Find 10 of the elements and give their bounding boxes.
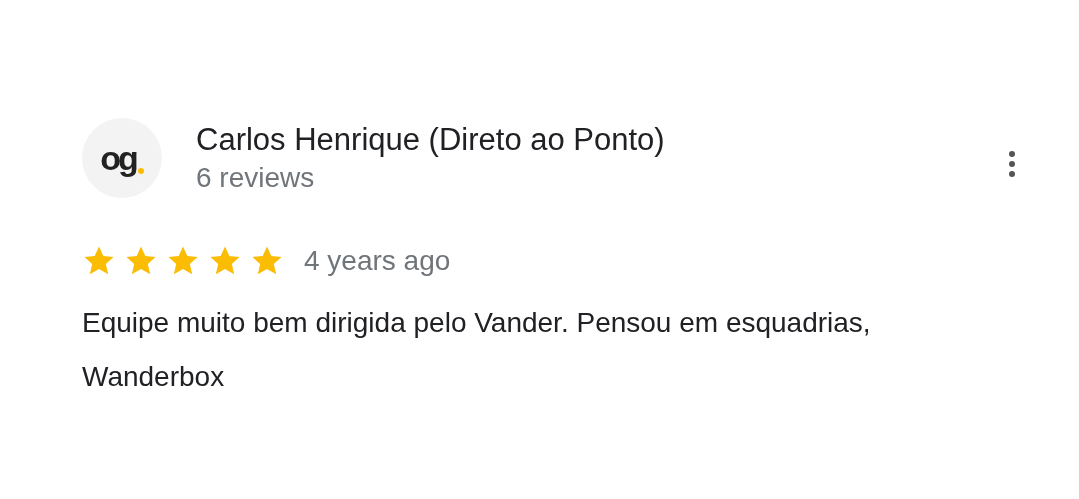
review-text: Equipe muito bem dirigida pelo Vander. Pensou em esquadrias, Wanderbox	[82, 306, 872, 394]
star-icon	[208, 245, 242, 277]
star-icon	[82, 245, 116, 277]
review-count: 6 reviews	[196, 161, 316, 195]
avatar-letters: og	[100, 141, 136, 175]
star-icon	[166, 245, 200, 277]
author-name[interactable]: Carlos Henrique (Direto ao Ponto)	[196, 120, 665, 160]
review-time: 4 years ago	[304, 244, 451, 278]
star-icon	[124, 245, 158, 277]
star-icon	[250, 245, 284, 277]
